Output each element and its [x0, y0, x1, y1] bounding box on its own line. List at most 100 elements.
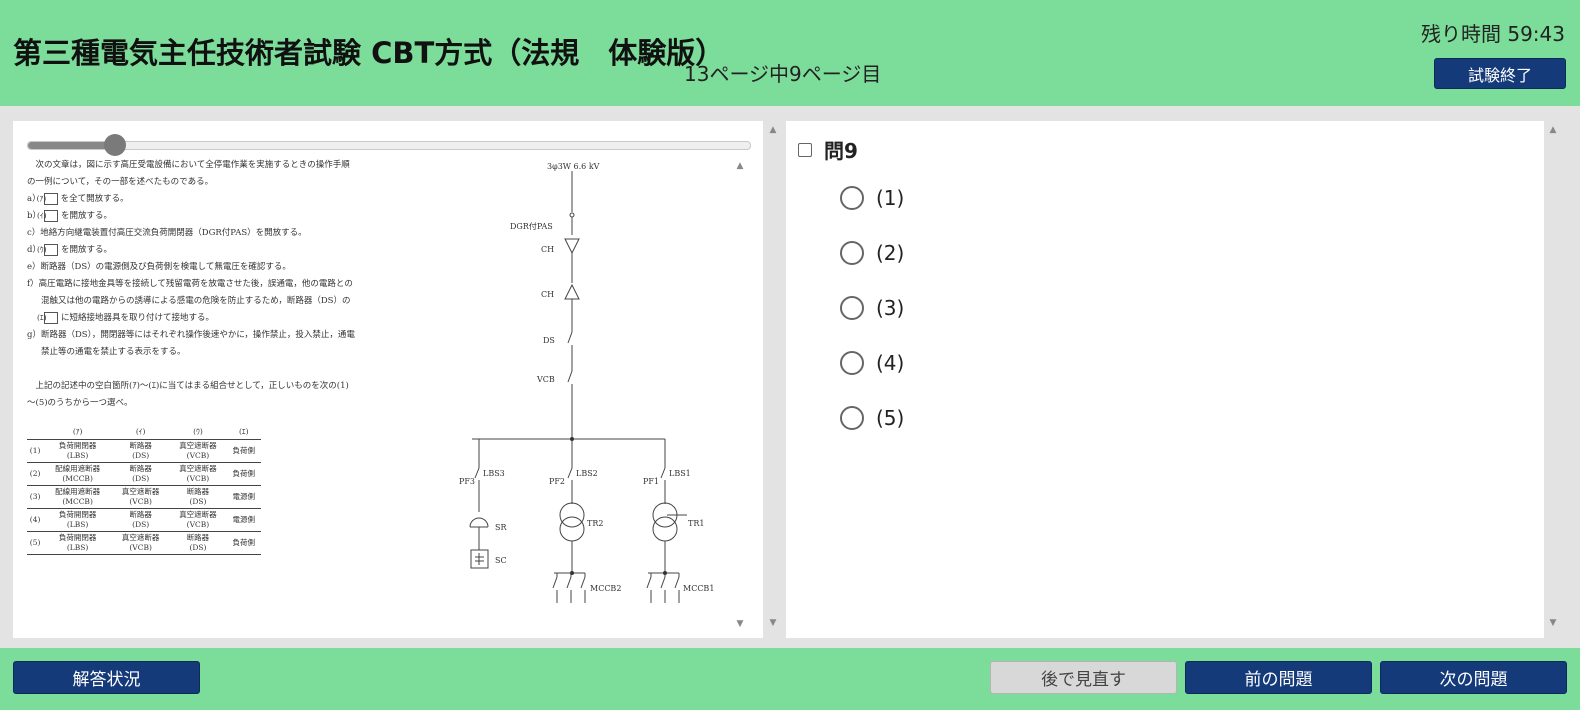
label-pf1: PF1 [643, 477, 659, 486]
table-row: (4) 負荷開閉器 (LBS) 断路器 (DS) 真空遮断器 (VCB) 電源側 [27, 508, 261, 532]
zoom-slider[interactable] [27, 134, 751, 156]
next-question-button[interactable]: 次の問題 [1380, 661, 1567, 694]
scroll-up-icon[interactable]: ▲ [1546, 125, 1560, 135]
zoom-slider-handle[interactable] [103, 134, 126, 156]
label-sr: SR [495, 523, 507, 532]
answer-option-4[interactable]: (4) [840, 351, 904, 375]
item-b: b）(ｲ) を開放する。 [27, 208, 357, 225]
blank-d: (ｴ) [37, 312, 58, 324]
table-cell: 負荷側 [226, 531, 261, 555]
item-prefix: c） [27, 228, 41, 238]
item-text: を全て開放する。 [60, 194, 129, 204]
label-source: 3φ3W 6.6 kV [547, 162, 600, 171]
radio-button[interactable] [840, 186, 864, 210]
remaining-time: 残り時間 59:43 [1421, 22, 1565, 46]
table-cell: 断路器 (DS) [112, 462, 170, 486]
radio-button[interactable] [840, 241, 864, 265]
table-header [27, 423, 43, 440]
table-row: (2) 配線用遮断器 (MCCB) 断路器 (DS) 真空遮断器 (VCB) 負荷側 [27, 462, 261, 486]
label-tr1: TR1 [688, 519, 704, 528]
item-text: 断路器（DS）の電源側及び負荷側を検電して無電圧を確認する。 [40, 262, 291, 272]
label-ch2: CH [541, 290, 554, 299]
header-bar: 第三種電気主任技術者試験 CBT方式（法規 体験版） 13ページ中9ページ目 残… [0, 0, 1580, 106]
table-row: (5) 負荷開閉器 (LBS) 真空遮断器 (VCB) 断路器 (DS) 負荷側 [27, 531, 261, 555]
table-cell: 真空遮断器 (VCB) [112, 485, 170, 509]
label-lbs1: LBS1 [669, 469, 691, 478]
answer-combination-table: (ｱ) (ｲ) (ｳ) (ｴ) (1) 負荷開閉器 (LBS) 断路器 (DS) 真空… [27, 423, 261, 555]
table-cell: 配線用遮断器 (MCCB) [43, 485, 112, 509]
item-text: を開放する。 [60, 211, 112, 221]
label-pf3: PF3 [459, 477, 475, 486]
table-cell: (5) [27, 531, 44, 555]
blank-a: (ｱ) [37, 193, 58, 205]
answer-option-1[interactable]: (1) [840, 186, 904, 210]
label-ch1: CH [541, 245, 554, 254]
footer-bar: 解答状況 後で見直す 前の問題 次の問題 [0, 648, 1580, 710]
option-label: (4) [876, 351, 905, 375]
scroll-down-icon[interactable]: ▼ [1546, 618, 1560, 628]
item-prefix: e） [27, 262, 41, 272]
label-pas: DGR付PAS [510, 221, 553, 231]
radio-button[interactable] [840, 406, 864, 430]
table-cell: 負荷開閉器 (LBS) [43, 508, 112, 532]
panel-scrollbar[interactable]: ▲ ▼ [766, 121, 780, 638]
blank-c: (ｳ) [37, 244, 58, 256]
scroll-down-icon[interactable]: ▼ [733, 619, 747, 629]
blank-b: (ｲ) [37, 210, 58, 222]
table-cell: 配線用遮断器 (MCCB) [43, 462, 112, 486]
table-cell: (1) [27, 439, 44, 463]
label-lbs2: LBS2 [576, 469, 598, 478]
table-cell: 電源側 [226, 508, 261, 532]
table-cell: 負荷開閉器 (LBS) [43, 439, 112, 463]
item-g: g）断路器（DS），開閉器等にはそれぞれ操作後速やかに，操作禁止，投入禁止，通電… [27, 327, 357, 361]
scroll-up-icon[interactable]: ▲ [733, 161, 747, 171]
answer-option-3[interactable]: (3) [840, 296, 904, 320]
table-cell: 負荷側 [226, 439, 261, 463]
label-vcb: VCB [536, 375, 555, 384]
document-scrollbar[interactable]: ▲ ▼ [733, 157, 747, 635]
table-cell: 真空遮断器 (VCB) [169, 508, 227, 532]
previous-question-button[interactable]: 前の問題 [1185, 661, 1372, 694]
item-text: 高圧電路に接地金具等を接続して残留電荷を放電させた後，誤通電，他の電路との混触又… [38, 279, 353, 306]
item-f: f）高圧電路に接地金具等を接続して残留電荷を放電させた後，誤通電，他の電路との混… [27, 276, 357, 327]
intro-text: 次の文章は，図に示す高圧受電設備において全停電作業を実施するときの操作手順の一例… [27, 160, 350, 187]
table-cell: 負荷側 [226, 462, 261, 486]
option-label: (3) [876, 296, 905, 320]
scroll-up-icon[interactable]: ▲ [766, 125, 780, 135]
option-label: (5) [876, 406, 905, 430]
answer-panel: 問9 (1) (2) (3) (4) (5) [786, 121, 1544, 638]
label-mccb1: MCCB1 [683, 584, 714, 593]
radio-button[interactable] [840, 351, 864, 375]
answer-option-5[interactable]: (5) [840, 406, 904, 430]
item-e: e）断路器（DS）の電源側及び負荷側を検電して無電圧を確認する。 [27, 259, 357, 276]
zoom-slider-fill [28, 142, 115, 149]
table-header: (ｲ) [135, 426, 146, 436]
table-cell: 真空遮断器 (VCB) [169, 462, 227, 486]
item-a: a）(ｱ) を全て開放する。 [27, 191, 357, 208]
question-document: 次の文章は，図に示す高圧受電設備において全停電作業を実施するときの操作手順の一例… [27, 157, 737, 632]
item-text: 地絡方向継電装置付高圧交流負荷開閉器（DGR付PAS）を開放する。 [40, 228, 307, 238]
answer-scrollbar[interactable]: ▲ ▼ [1546, 121, 1560, 638]
question-header: 問9 [798, 135, 858, 164]
scroll-down-icon[interactable]: ▼ [766, 618, 780, 628]
item-d: d）(ｳ) を開放する。 [27, 242, 357, 259]
table-header-row: (ｱ) (ｲ) (ｳ) (ｴ) [27, 423, 261, 440]
item-prefix: g） [27, 330, 41, 340]
label-tr2: TR2 [587, 519, 603, 528]
table-cell: 負荷開閉器 (LBS) [43, 531, 112, 555]
flag-checkbox[interactable] [798, 142, 812, 157]
review-later-button[interactable]: 後で見直す [990, 661, 1177, 694]
question-prompt: 上記の記述中の空白箇所(ｱ)～(ｴ)に当てはまる組合せとして，正しいものを次の(… [27, 381, 349, 408]
radio-button[interactable] [840, 296, 864, 320]
table-cell: 断路器 (DS) [112, 439, 170, 463]
answer-option-2[interactable]: (2) [840, 241, 904, 265]
table-header: (ｱ) [72, 426, 83, 436]
answer-status-button[interactable]: 解答状況 [13, 661, 200, 694]
single-line-diagram: 3φ3W 6.6 kV DGR付PAS CH CH DS VCB PF3 LBS… [459, 162, 714, 603]
page-indicator: 13ページ中9ページ目 [684, 62, 882, 86]
item-text: に短絡接地器具を取り付けて接地する。 [61, 313, 215, 323]
option-label: (2) [876, 241, 905, 265]
table-cell: 真空遮断器 (VCB) [112, 531, 170, 555]
option-label: (1) [876, 186, 905, 210]
end-exam-button[interactable]: 試験終了 [1434, 58, 1566, 89]
